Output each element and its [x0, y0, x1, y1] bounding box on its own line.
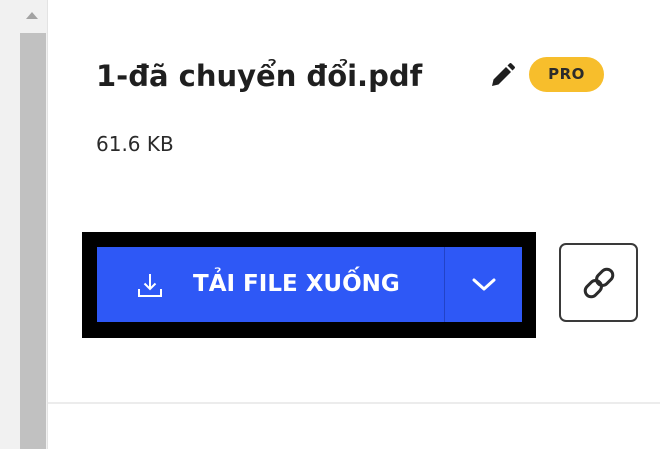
pro-badge: PRO: [529, 57, 604, 92]
file-name-title: 1-đã chuyển đổi.pdf: [96, 59, 423, 93]
copy-link-button[interactable]: [559, 243, 638, 322]
panel-divider: [47, 0, 48, 449]
link-icon: [583, 267, 615, 299]
scroll-up-arrow-icon[interactable]: [26, 12, 38, 19]
download-icon: [138, 274, 162, 297]
vertical-scrollbar[interactable]: [0, 0, 47, 449]
download-split-button: TẢI FILE XUỐNG: [97, 247, 522, 322]
file-download-panel: 1-đã chuyển đổi.pdf PRO 61.6 KB TẢI FILE…: [0, 0, 660, 449]
pencil-icon[interactable]: [487, 61, 517, 91]
file-size: 61.6 KB: [96, 132, 174, 156]
section-divider: [48, 402, 660, 404]
scrollbar-thumb[interactable]: [20, 33, 46, 449]
chevron-down-icon: [472, 278, 496, 291]
download-button[interactable]: TẢI FILE XUỐNG: [97, 247, 444, 322]
download-button-label: TẢI FILE XUỐNG: [193, 271, 400, 297]
download-options-dropdown[interactable]: [445, 247, 522, 322]
